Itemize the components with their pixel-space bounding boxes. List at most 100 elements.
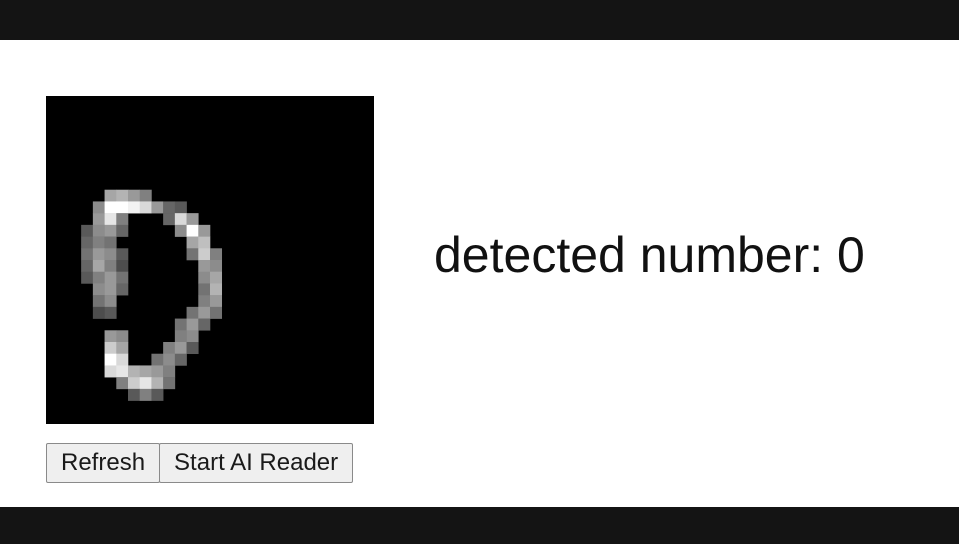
digit-pixel	[198, 224, 211, 237]
digit-pixel	[186, 248, 199, 261]
digit-pixel	[151, 388, 164, 401]
digit-pixel	[92, 306, 105, 319]
digit-pixel	[163, 201, 176, 214]
digit-pixel	[151, 201, 164, 214]
digit-pixel	[116, 224, 129, 237]
digit-pixel	[198, 306, 211, 319]
digit-pixel	[128, 377, 141, 390]
digit-pixel	[116, 353, 129, 366]
button-row: Refresh Start AI Reader	[46, 443, 354, 483]
digit-pixel	[104, 189, 117, 202]
digit-pixel	[104, 213, 117, 226]
digit-pixel	[128, 189, 141, 202]
top-frame-bar	[0, 0, 959, 40]
digit-pixel-grid	[81, 189, 223, 401]
digit-pixel	[198, 283, 211, 296]
digit-pixel	[128, 388, 141, 401]
digit-pixel	[116, 283, 129, 296]
digit-pixel	[210, 283, 223, 296]
digit-pixel	[104, 201, 117, 214]
digit-pixel	[174, 330, 187, 343]
digit-pixel	[139, 377, 152, 390]
digit-pixel	[116, 201, 129, 214]
detected-number-text: detected number: 0	[434, 230, 865, 280]
digit-pixel	[163, 342, 176, 355]
digit-pixel	[186, 342, 199, 355]
digit-pixel	[163, 213, 176, 226]
digit-pixel	[210, 260, 223, 273]
digit-pixel	[174, 318, 187, 331]
digit-pixel	[104, 248, 117, 261]
digit-pixel	[92, 213, 105, 226]
digit-pixel	[139, 201, 152, 214]
digit-pixel	[81, 224, 94, 237]
digit-pixel	[92, 224, 105, 237]
digit-pixel	[116, 365, 129, 378]
digit-pixel	[116, 248, 129, 261]
digit-pixel	[174, 353, 187, 366]
digit-pixel	[104, 224, 117, 237]
digit-pixel	[186, 224, 199, 237]
digit-pixel	[92, 236, 105, 249]
detected-number-value: 0	[837, 227, 865, 283]
digit-pixel	[128, 365, 141, 378]
digit-pixel	[151, 377, 164, 390]
digit-pixel	[198, 248, 211, 261]
digit-pixel	[104, 342, 117, 355]
digit-pixel	[210, 271, 223, 284]
digit-pixel	[81, 260, 94, 273]
digit-pixel	[198, 295, 211, 308]
digit-pixel	[186, 318, 199, 331]
digit-pixel	[81, 248, 94, 261]
digit-pixel	[198, 271, 211, 284]
digit-pixel	[174, 213, 187, 226]
digit-pixel	[139, 388, 152, 401]
digit-pixel	[174, 342, 187, 355]
digit-pixel	[186, 306, 199, 319]
digit-pixel	[163, 377, 176, 390]
digit-pixel	[92, 295, 105, 308]
digit-pixel	[186, 213, 199, 226]
app-page: Refresh Start AI Reader detected number:…	[0, 40, 959, 507]
start-ai-reader-button[interactable]: Start AI Reader	[159, 443, 354, 483]
digit-pixel	[186, 236, 199, 249]
digit-pixel	[104, 283, 117, 296]
digit-pixel	[151, 353, 164, 366]
digit-pixel	[104, 353, 117, 366]
digit-pixel	[139, 365, 152, 378]
digit-pixel	[104, 271, 117, 284]
digit-pixel	[116, 330, 129, 343]
digit-pixel	[116, 213, 129, 226]
digit-pixel	[81, 236, 94, 249]
digit-pixel	[128, 201, 141, 214]
refresh-button[interactable]: Refresh	[46, 443, 161, 483]
digit-image	[46, 96, 374, 424]
digit-pixel	[116, 271, 129, 284]
digit-pixel	[186, 330, 199, 343]
digit-pixel	[163, 353, 176, 366]
digit-pixel	[81, 271, 94, 284]
digit-pixel	[92, 248, 105, 261]
digit-pixel	[92, 260, 105, 273]
digit-pixel	[116, 260, 129, 273]
digit-pixel	[92, 201, 105, 214]
detected-number-label: detected number:	[434, 227, 824, 283]
digit-pixel	[116, 189, 129, 202]
digit-pixel	[198, 236, 211, 249]
digit-pixel	[210, 248, 223, 261]
digit-pixel	[104, 295, 117, 308]
bottom-frame-bar	[0, 507, 959, 544]
digit-pixel	[198, 260, 211, 273]
digit-pixel	[163, 365, 176, 378]
digit-pixel	[174, 201, 187, 214]
digit-pixel	[174, 224, 187, 237]
digit-pixel	[104, 260, 117, 273]
digit-pixel	[104, 236, 117, 249]
digit-pixel	[116, 377, 129, 390]
digit-pixel	[210, 306, 223, 319]
digit-pixel	[92, 271, 105, 284]
digit-pixel	[104, 306, 117, 319]
digit-pixel	[139, 189, 152, 202]
digit-pixel	[210, 295, 223, 308]
digit-pixel	[198, 318, 211, 331]
